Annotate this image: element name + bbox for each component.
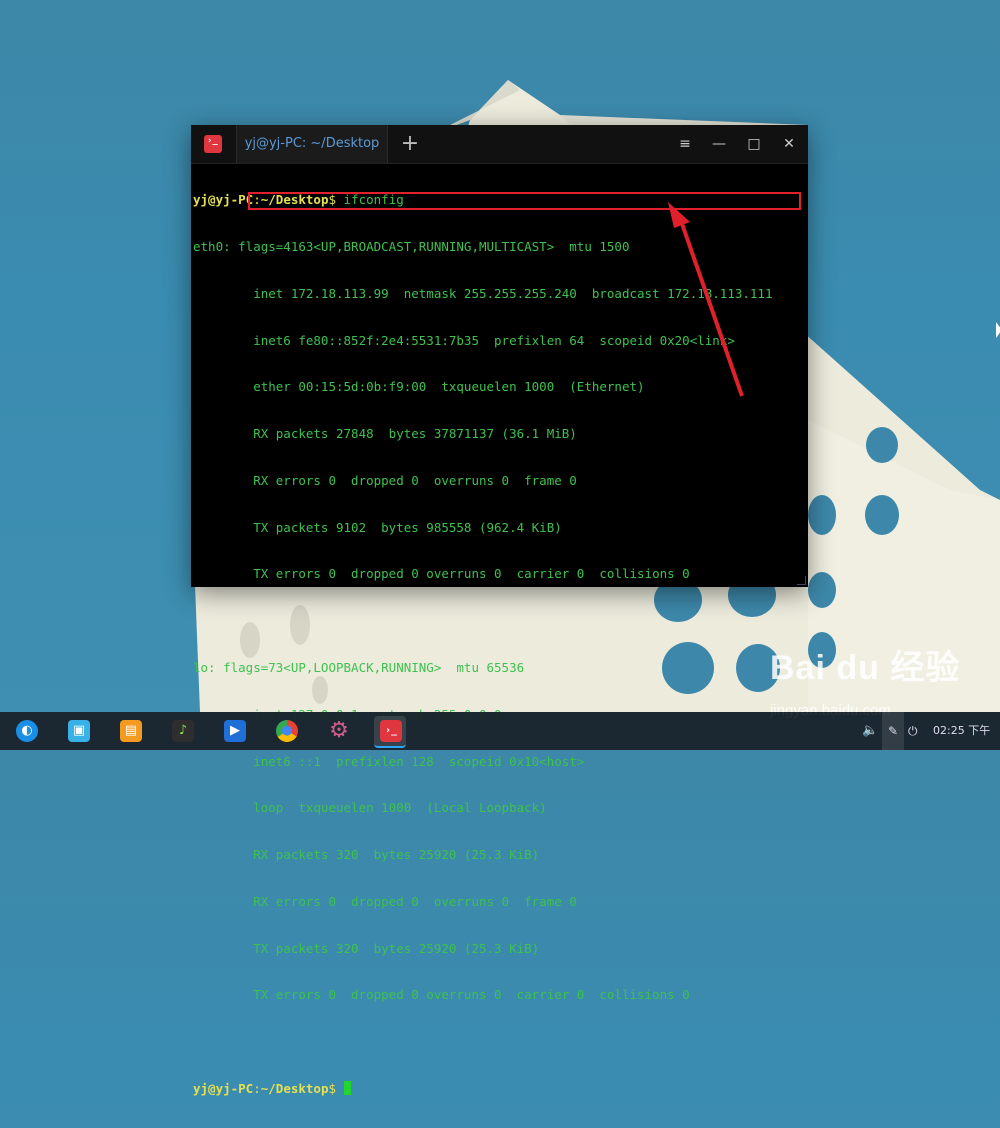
output-line: TX packets 320 bytes 25920 (25.3 KiB)	[193, 940, 540, 956]
tab-terminal[interactable]: yj@yj-PC: ~/Desktop	[236, 125, 388, 163]
pen-icon[interactable]: ✎	[882, 712, 904, 750]
power-icon[interactable]: ⏻	[908, 712, 918, 750]
close-button[interactable]: ✕	[778, 133, 800, 155]
mouse-cursor	[996, 322, 1000, 338]
prompt-suffix: $	[328, 1081, 344, 1097]
minimize-button[interactable]: —	[708, 133, 730, 155]
volume-icon[interactable]: 🔈	[862, 712, 878, 750]
video-icon: ▶	[224, 720, 246, 742]
output-line: loop txqueuelen 1000 (Local Loopback)	[193, 800, 547, 816]
text-cursor	[343, 1081, 351, 1096]
app-store-button[interactable]: ▣	[62, 716, 94, 746]
resize-grip[interactable]	[797, 576, 806, 585]
output-line: ether 00:15:5d:0b:f9:00 txqueuelen 1000 …	[193, 379, 645, 395]
output-line: TX packets 9102 bytes 985558 (962.4 KiB)	[193, 519, 562, 535]
prompt-line: yj@yj-PC:~/Desktop$	[193, 1081, 805, 1097]
video-button[interactable]: ▶	[218, 716, 250, 746]
output-line: lo: flags=73<UP,LOOPBACK,RUNNING> mtu 65…	[193, 660, 525, 675]
menu-button[interactable]: ≡	[674, 133, 696, 155]
title-bar[interactable]: yj@yj-PC: ~/Desktop + ≡ — □ ✕	[191, 125, 808, 164]
watermark-logo: Bai du 经验	[770, 649, 961, 687]
launcher-icon: ◐	[16, 720, 38, 742]
prompt-user: yj@yj-PC	[193, 1081, 254, 1097]
file-manager-button[interactable]: ▤	[114, 716, 146, 746]
terminal-icon: ›_	[380, 720, 402, 742]
output-line: RX packets 27848 bytes 37871137 (36.1 Mi…	[193, 426, 577, 442]
music-icon: ♪	[172, 720, 194, 742]
new-tab-button[interactable]: +	[397, 131, 423, 157]
output-line: TX errors 0 dropped 0 overruns 0 carrier…	[193, 987, 690, 1003]
chrome-icon: ●	[276, 720, 298, 742]
taskbar: ◐ ▣ ▤ ♪ ▶ ● ⚙ ›_ 🔈 ✎ ⏻ 02:25 下午	[0, 712, 1000, 750]
file-manager-icon: ▤	[120, 720, 142, 742]
launcher-button[interactable]: ◐	[10, 716, 42, 746]
output-line: RX errors 0 dropped 0 overruns 0 frame 0	[193, 893, 577, 909]
app-store-icon: ▣	[68, 720, 90, 742]
output-line: RX errors 0 dropped 0 overruns 0 frame 0	[193, 472, 577, 488]
maximize-button[interactable]: □	[743, 133, 765, 155]
output-line: inet6 ::1 prefixlen 128 scopeid 0x10<hos…	[193, 753, 585, 769]
music-button[interactable]: ♪	[166, 716, 198, 746]
output-line: eth0: flags=4163<UP,BROADCAST,RUNNING,MU…	[193, 238, 630, 254]
chrome-button[interactable]: ●	[270, 716, 302, 746]
output-line: inet 172.18.113.99 netmask 255.255.255.2…	[193, 285, 773, 301]
prompt-path: ~/Desktop	[260, 1081, 329, 1097]
clock[interactable]: 02:25 下午	[933, 712, 990, 750]
terminal-taskbar-button[interactable]: ›_	[374, 716, 406, 748]
terminal-app-icon	[204, 135, 222, 153]
output-line: TX errors 0 dropped 0 overruns 0 carrier…	[193, 566, 690, 582]
settings-button[interactable]: ⚙	[322, 716, 354, 746]
prompt-user: yj@yj-PC	[193, 192, 254, 208]
terminal-output[interactable]: yj@yj-PC:~/Desktop$ ifconfig eth0: flags…	[193, 161, 805, 1128]
output-line: inet6 fe80::852f:2e4:5531:7b35 prefixlen…	[193, 332, 735, 348]
settings-icon: ⚙	[329, 718, 349, 743]
baidu-watermark: Bai du 经验 jingyan.baidu.com	[770, 640, 961, 719]
annotation-highlight-box	[248, 192, 801, 210]
output-line: RX packets 320 bytes 25920 (25.3 KiB)	[193, 847, 540, 863]
